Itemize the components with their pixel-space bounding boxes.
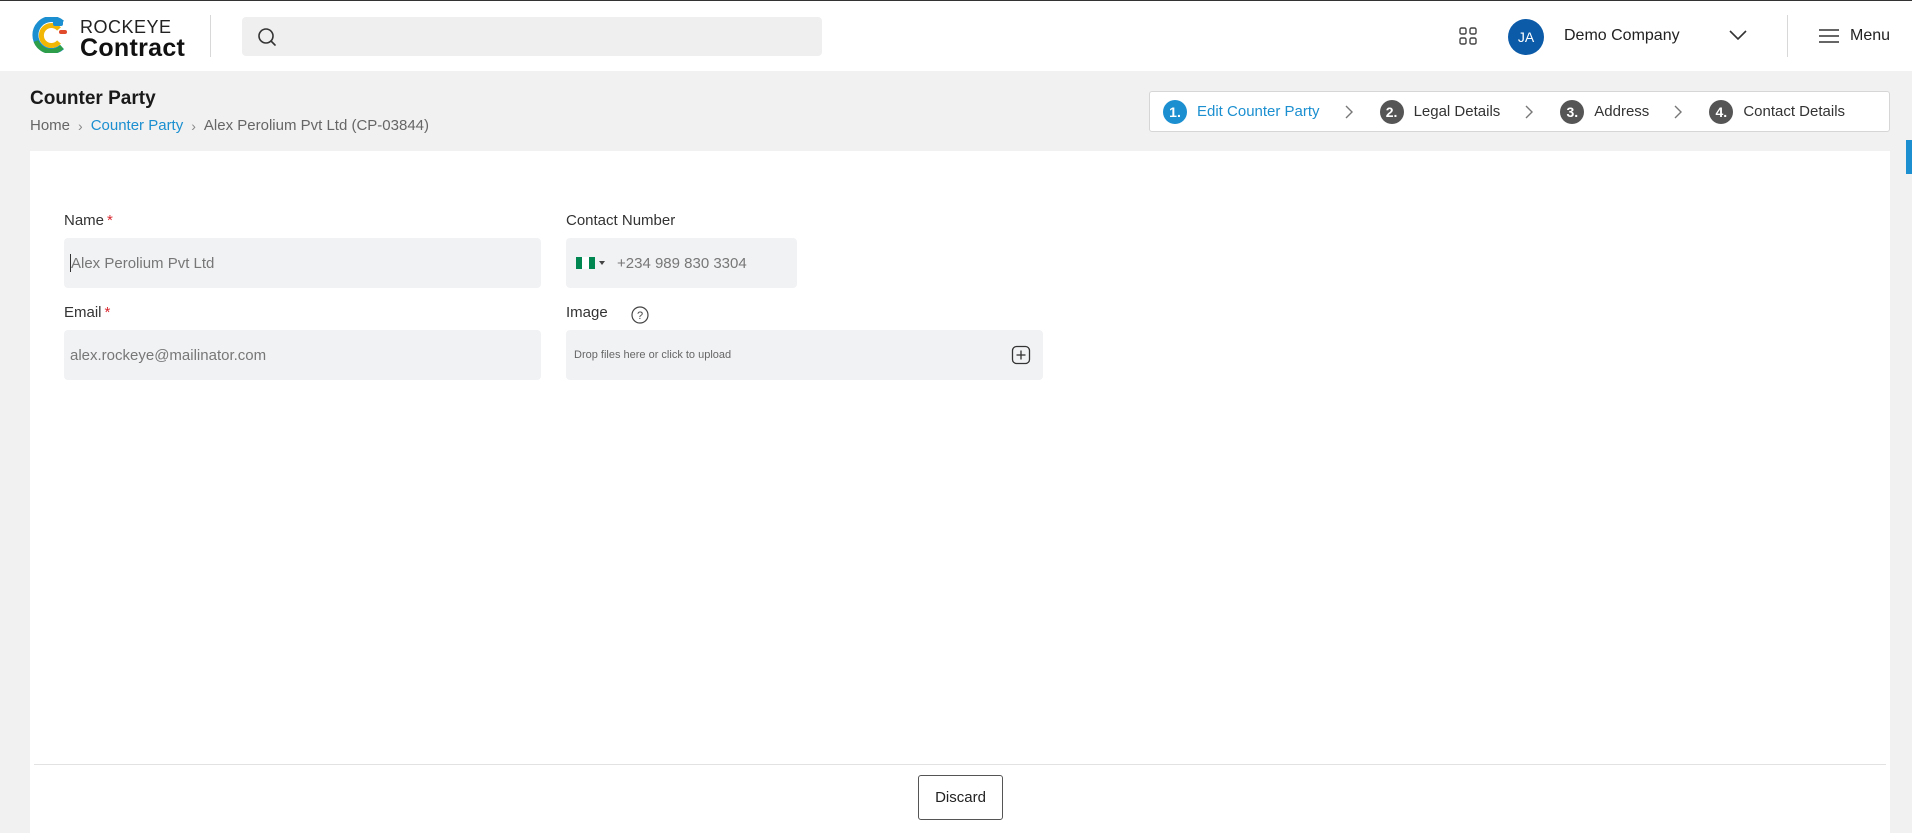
brand-name-bottom: Contract <box>80 34 186 62</box>
help-icon[interactable]: ? <box>631 306 649 324</box>
nigeria-flag-icon[interactable] <box>576 257 595 269</box>
add-file-icon[interactable] <box>1011 345 1031 365</box>
page-title: Counter Party <box>30 88 156 109</box>
chevron-right-icon <box>1674 105 1683 118</box>
footer-divider <box>34 764 1886 765</box>
step-label: Edit Counter Party <box>1197 103 1320 120</box>
step-label: Legal Details <box>1413 103 1501 120</box>
menu-button[interactable]: Menu <box>1818 25 1890 47</box>
email-value: alex.rockeye@mailinator.com <box>70 346 267 364</box>
step-legal-details[interactable]: 2. Legal Details <box>1379 99 1501 124</box>
breadcrumb-current: Alex Perolium Pvt Ltd (CP-03844) <box>203 117 430 134</box>
name-label-text: Name <box>64 212 105 229</box>
chevron-down-icon[interactable] <box>1728 27 1748 43</box>
avatar[interactable]: JA <box>1508 19 1544 55</box>
contact-number-field[interactable]: +234 989 830 3304 <box>566 238 797 288</box>
step-contact-details[interactable]: 4. Contact Details <box>1709 99 1846 124</box>
breadcrumb: Home › Counter Party › Alex Perolium Pvt… <box>30 117 429 134</box>
step-edit-counter-party[interactable]: 1. Edit Counter Party <box>1163 99 1320 124</box>
chevron-right-icon: › <box>191 117 196 134</box>
step-number: 4. <box>1709 99 1734 124</box>
search-input[interactable] <box>242 17 822 56</box>
contact-number-label: Contact Number <box>566 212 676 229</box>
caret-down-icon[interactable] <box>599 261 605 265</box>
chevron-right-icon <box>1525 105 1534 118</box>
required-mark: * <box>107 212 113 229</box>
step-number: 3. <box>1560 99 1585 124</box>
name-field[interactable]: Alex Perolium Pvt Ltd <box>64 238 541 288</box>
upload-hint: Drop files here or click to upload <box>574 349 732 361</box>
step-number: 1. <box>1163 99 1187 124</box>
svg-text:?: ? <box>637 310 643 322</box>
step-label: Address <box>1594 103 1650 120</box>
breadcrumb-counter-party[interactable]: Counter Party <box>91 117 184 134</box>
chevron-right-icon: › <box>78 117 83 134</box>
required-mark: * <box>104 304 111 321</box>
step-address[interactable]: 3. Address <box>1560 99 1650 124</box>
image-upload-dropzone[interactable]: Drop files here or click to upload <box>566 330 1043 380</box>
search-icon <box>258 28 276 46</box>
email-field[interactable]: alex.rockeye@mailinator.com <box>64 330 541 380</box>
company-name[interactable]: Demo Company <box>1564 27 1680 45</box>
step-number: 2. <box>1379 99 1404 124</box>
form-stepper: 1. Edit Counter Party 2. Legal Details 3… <box>1149 91 1890 132</box>
breadcrumb-home[interactable]: Home <box>30 117 70 134</box>
name-value: Alex Perolium Pvt Ltd <box>71 254 215 272</box>
step-label: Contact Details <box>1743 103 1846 120</box>
logo-icon[interactable] <box>29 17 69 53</box>
email-label-text: Email <box>64 304 102 321</box>
image-label: Image <box>566 304 608 321</box>
email-label: Email * <box>64 304 110 321</box>
discard-button[interactable]: Discard <box>918 775 1003 820</box>
chevron-right-icon <box>1345 105 1353 118</box>
form-card: Name * Alex Perolium Pvt Ltd Contact Numb… <box>30 151 1890 833</box>
contact-number-value: +234 989 830 3304 <box>617 254 747 272</box>
hamburger-icon <box>1819 29 1839 43</box>
menu-label: Menu <box>1850 27 1891 44</box>
header-divider <box>1787 15 1788 57</box>
apps-grid-icon[interactable] <box>1458 26 1478 46</box>
side-panel-toggle[interactable] <box>1906 140 1912 174</box>
top-header: ROCKEYE Contract JA Demo Company Menu <box>0 0 1912 71</box>
name-label: Name * <box>64 212 113 229</box>
header-divider <box>210 15 211 57</box>
